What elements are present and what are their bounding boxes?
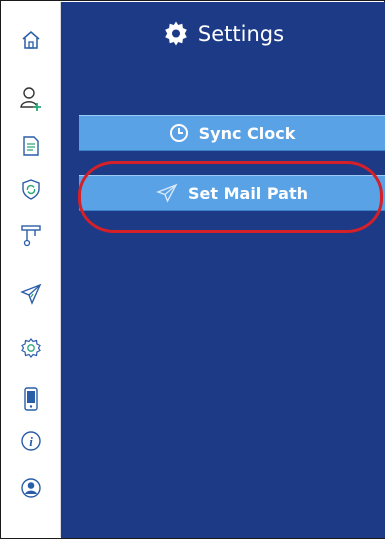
sidebar-item-profile[interactable] bbox=[2, 472, 60, 504]
app-window: i Settings Sync Clock Set Mail Path bbox=[0, 0, 385, 539]
sidebar-item-shield-sync[interactable] bbox=[2, 173, 60, 205]
page-title: Settings bbox=[197, 22, 285, 46]
mobile-phone-icon bbox=[24, 387, 38, 411]
sidebar-item-mobile[interactable] bbox=[2, 383, 60, 415]
clock-icon bbox=[169, 124, 188, 142]
settings-header: Settings bbox=[61, 14, 385, 54]
paper-plane-icon bbox=[156, 183, 178, 203]
paper-plane-icon bbox=[20, 283, 42, 305]
sidebar-item-info[interactable]: i bbox=[2, 425, 60, 457]
set-mail-path-button[interactable]: Set Mail Path bbox=[79, 175, 385, 211]
gear-icon bbox=[165, 21, 187, 46]
device-probe-icon bbox=[21, 225, 41, 247]
add-user-icon bbox=[20, 87, 41, 111]
sync-clock-button[interactable]: Sync Clock bbox=[79, 115, 385, 151]
info-icon: i bbox=[21, 431, 41, 451]
sidebar-item-home[interactable] bbox=[2, 24, 60, 56]
svg-text:i: i bbox=[29, 434, 33, 449]
sidebar-item-device[interactable] bbox=[2, 220, 60, 252]
sidebar-item-mail[interactable] bbox=[2, 278, 60, 310]
home-icon bbox=[22, 31, 40, 49]
shield-sync-icon bbox=[22, 179, 40, 200]
set-mail-path-label: Set Mail Path bbox=[188, 183, 308, 203]
sidebar-item-settings[interactable] bbox=[2, 332, 60, 364]
sidebar-item-document[interactable] bbox=[2, 130, 60, 162]
document-icon bbox=[23, 136, 39, 156]
sync-clock-label: Sync Clock bbox=[198, 123, 296, 143]
user-avatar-icon bbox=[21, 478, 41, 498]
settings-panel: Settings Sync Clock Set Mail Path bbox=[61, 2, 385, 538]
sidebar: i bbox=[2, 2, 61, 537]
sidebar-item-add-user[interactable] bbox=[2, 83, 60, 115]
gear-icon bbox=[21, 338, 41, 358]
